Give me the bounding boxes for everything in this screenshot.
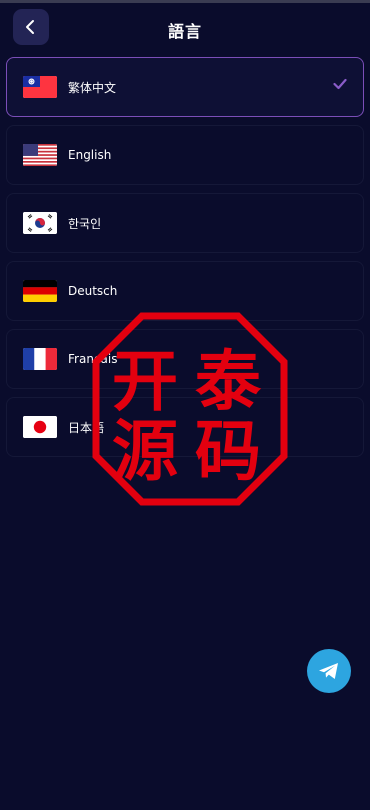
language-label: 繁体中文 <box>68 80 117 95</box>
telegram-icon <box>319 663 338 679</box>
language-item-korean[interactable]: 한국인 <box>6 193 364 253</box>
language-label: Deutsch <box>68 284 118 298</box>
language-label: 한국인 <box>68 216 102 231</box>
taiwan-flag-icon <box>23 76 57 98</box>
svg-text:泰: 泰 <box>195 342 262 420</box>
telegram-button[interactable] <box>307 649 351 693</box>
language-item-traditional-chinese[interactable]: 繁体中文 <box>6 57 364 117</box>
checkmark-icon <box>333 78 347 90</box>
korea-flag-icon <box>23 212 57 234</box>
page-title: 語言 <box>167 22 202 41</box>
svg-text:码: 码 <box>195 412 261 490</box>
svg-text:源: 源 <box>112 412 178 490</box>
language-label: English <box>68 148 112 162</box>
japan-flag-icon <box>23 416 57 438</box>
svg-text:开: 开 <box>112 342 178 420</box>
watermark-seal: 开 泰 源 码 <box>92 312 288 506</box>
germany-flag-icon <box>23 280 57 302</box>
usa-flag-icon <box>23 144 57 166</box>
header: 語言 <box>0 0 370 56</box>
france-flag-icon <box>23 348 57 370</box>
language-item-english[interactable]: English <box>6 125 364 185</box>
